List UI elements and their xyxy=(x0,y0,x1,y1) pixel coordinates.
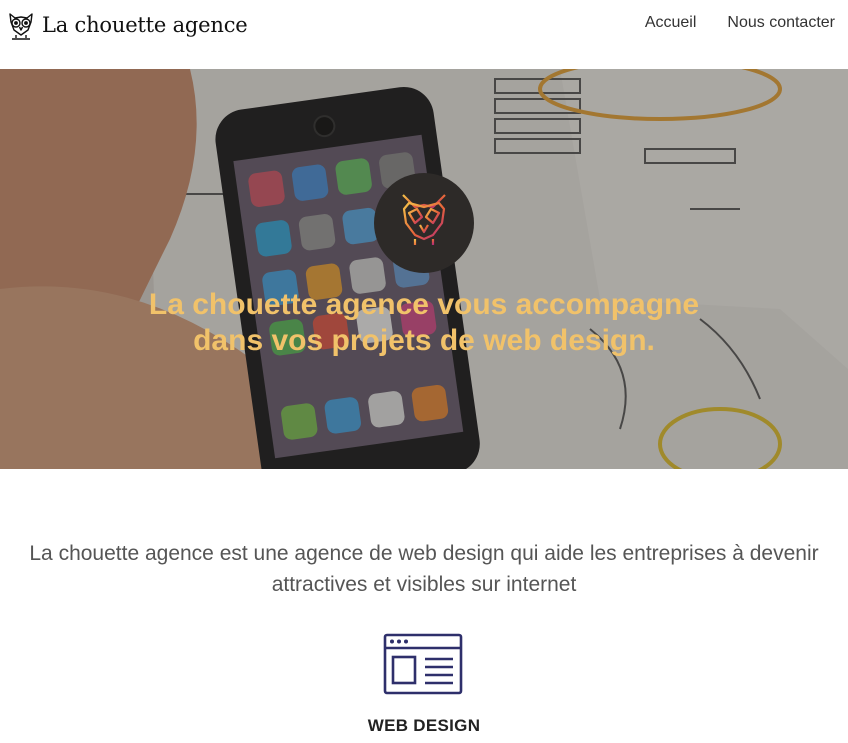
browser-window-icon xyxy=(383,633,463,695)
hero-title-line-1: La chouette agence vous accompagne xyxy=(148,288,700,321)
owl-logo-icon xyxy=(9,13,33,40)
hero-title: La chouette agence vous accompagne dans … xyxy=(0,287,848,359)
brand-name: La chouette agence xyxy=(42,13,248,37)
nav-link-contact[interactable]: Nous contacter xyxy=(727,14,835,32)
hero-logo-badge xyxy=(374,173,474,273)
intro-text: La chouette agence est une agence de web… xyxy=(0,538,848,600)
owl-logo-icon xyxy=(402,194,446,251)
site-header: La chouette agence Accueil Nous contacte… xyxy=(0,0,848,69)
hero-banner: La chouette agence vous accompagne dans … xyxy=(0,69,848,469)
service-title-web-design: WEB DESIGN xyxy=(367,716,481,735)
main-nav: Accueil Nous contacter xyxy=(645,14,835,32)
hero-title-line-2: dans vos projets de web design. xyxy=(193,324,655,357)
intro-line-2: attractives et visibles sur internet xyxy=(271,573,577,596)
intro-line-1: La chouette agence est une agence de web… xyxy=(29,542,819,565)
nav-link-accueil[interactable]: Accueil xyxy=(645,14,697,32)
brand-link[interactable]: La chouette agence xyxy=(6,8,248,42)
